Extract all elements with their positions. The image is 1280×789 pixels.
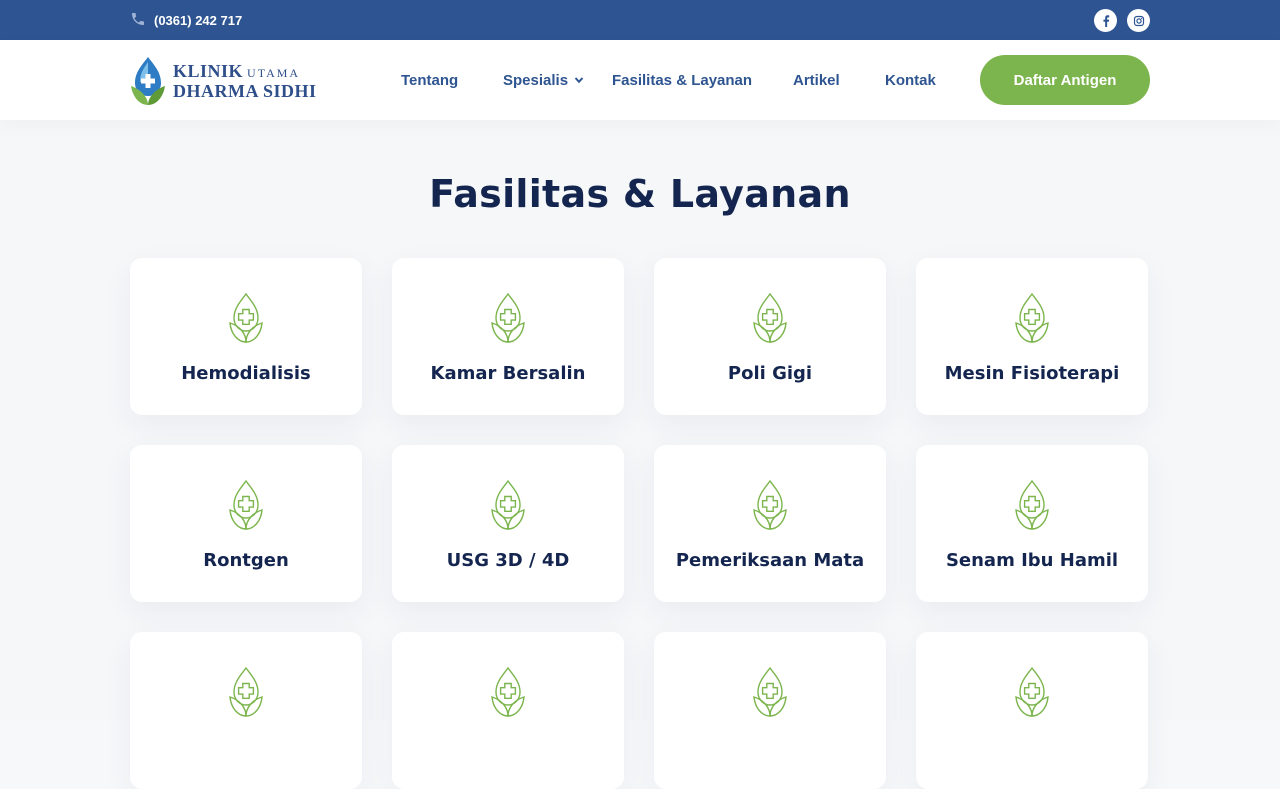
facebook-icon[interactable]	[1094, 9, 1117, 32]
nav-label: Artikel	[793, 71, 840, 89]
facility-label: Mesin Fisioterapi	[944, 363, 1120, 384]
facility-card[interactable]	[392, 632, 624, 789]
facility-card[interactable]: Pemeriksaan Mata	[654, 445, 886, 602]
medical-drop-icon	[1015, 666, 1049, 717]
medical-drop-icon	[491, 479, 525, 530]
chevron-down-icon	[574, 77, 584, 84]
medical-drop-icon	[1015, 292, 1049, 343]
facility-card[interactable]: Rontgen	[130, 445, 362, 602]
medical-drop-icon	[491, 666, 525, 717]
medical-drop-icon	[1015, 479, 1049, 530]
nav-tentang[interactable]: Tentang	[401, 40, 458, 120]
nav-kontak[interactable]: Kontak	[885, 40, 936, 120]
main-content: Fasilitas & Layanan Hemodialisis Kamar B…	[0, 120, 1280, 789]
phone-number: (0361) 242 717	[154, 12, 243, 28]
facility-card[interactable]: USG 3D / 4D	[392, 445, 624, 602]
facility-card[interactable]: Senam Ibu Hamil	[916, 445, 1148, 602]
medical-drop-icon	[229, 479, 263, 530]
phone-icon	[130, 11, 146, 30]
medical-drop-icon	[229, 666, 263, 717]
logo-text-utama: UTAMA	[247, 66, 301, 80]
nav-spesialis[interactable]: Spesialis	[503, 40, 584, 120]
nav-label: Spesialis	[503, 71, 569, 89]
daftar-antigen-button[interactable]: Daftar Antigen	[980, 55, 1150, 105]
nav-label: Kontak	[885, 71, 936, 89]
facility-label: Poli Gigi	[727, 363, 813, 384]
page-title: Fasilitas & Layanan	[429, 172, 851, 216]
medical-drop-icon	[491, 292, 525, 343]
facility-label: Kamar Bersalin	[430, 363, 586, 384]
facility-label: Rontgen	[203, 550, 289, 571]
site-header: KLINIK UTAMA DHARMA SIDHI Tentang Spesia…	[0, 40, 1280, 120]
medical-drop-icon	[229, 292, 263, 343]
medical-drop-icon	[753, 666, 787, 717]
facility-card[interactable]: Poli Gigi	[654, 258, 886, 415]
logo-drop-icon	[131, 57, 165, 105]
phone-contact[interactable]: (0361) 242 717	[130, 11, 242, 29]
facility-card[interactable]: Mesin Fisioterapi	[916, 258, 1148, 415]
medical-drop-icon	[753, 479, 787, 530]
facility-grid: Hemodialisis Kamar Bersalin Poli Gigi Me…	[130, 258, 1150, 789]
logo-text-dharma-sidhi: DHARMA SIDHI	[173, 81, 317, 101]
facility-card[interactable]: Kamar Bersalin	[392, 258, 624, 415]
site-logo[interactable]: KLINIK UTAMA DHARMA SIDHI	[130, 55, 330, 107]
nav-label: Fasilitas & Layanan	[612, 71, 753, 89]
facility-label: USG 3D / 4D	[446, 550, 570, 571]
facility-card[interactable]: Hemodialisis	[130, 258, 362, 415]
nav-artikel[interactable]: Artikel	[793, 40, 840, 120]
facility-card[interactable]	[130, 632, 362, 789]
facility-card[interactable]	[654, 632, 886, 789]
facility-label: Senam Ibu Hamil	[945, 550, 1119, 571]
nav-fasilitas-layanan[interactable]: Fasilitas & Layanan	[612, 40, 752, 120]
medical-drop-icon	[753, 292, 787, 343]
instagram-icon[interactable]	[1127, 9, 1150, 32]
logo-text-klinik: KLINIK	[173, 61, 244, 81]
facility-card[interactable]	[916, 632, 1148, 789]
facility-label: Hemodialisis	[181, 363, 311, 384]
top-bar: (0361) 242 717	[0, 0, 1280, 40]
nav-label: Tentang	[401, 71, 459, 89]
facility-label: Pemeriksaan Mata	[675, 550, 865, 571]
